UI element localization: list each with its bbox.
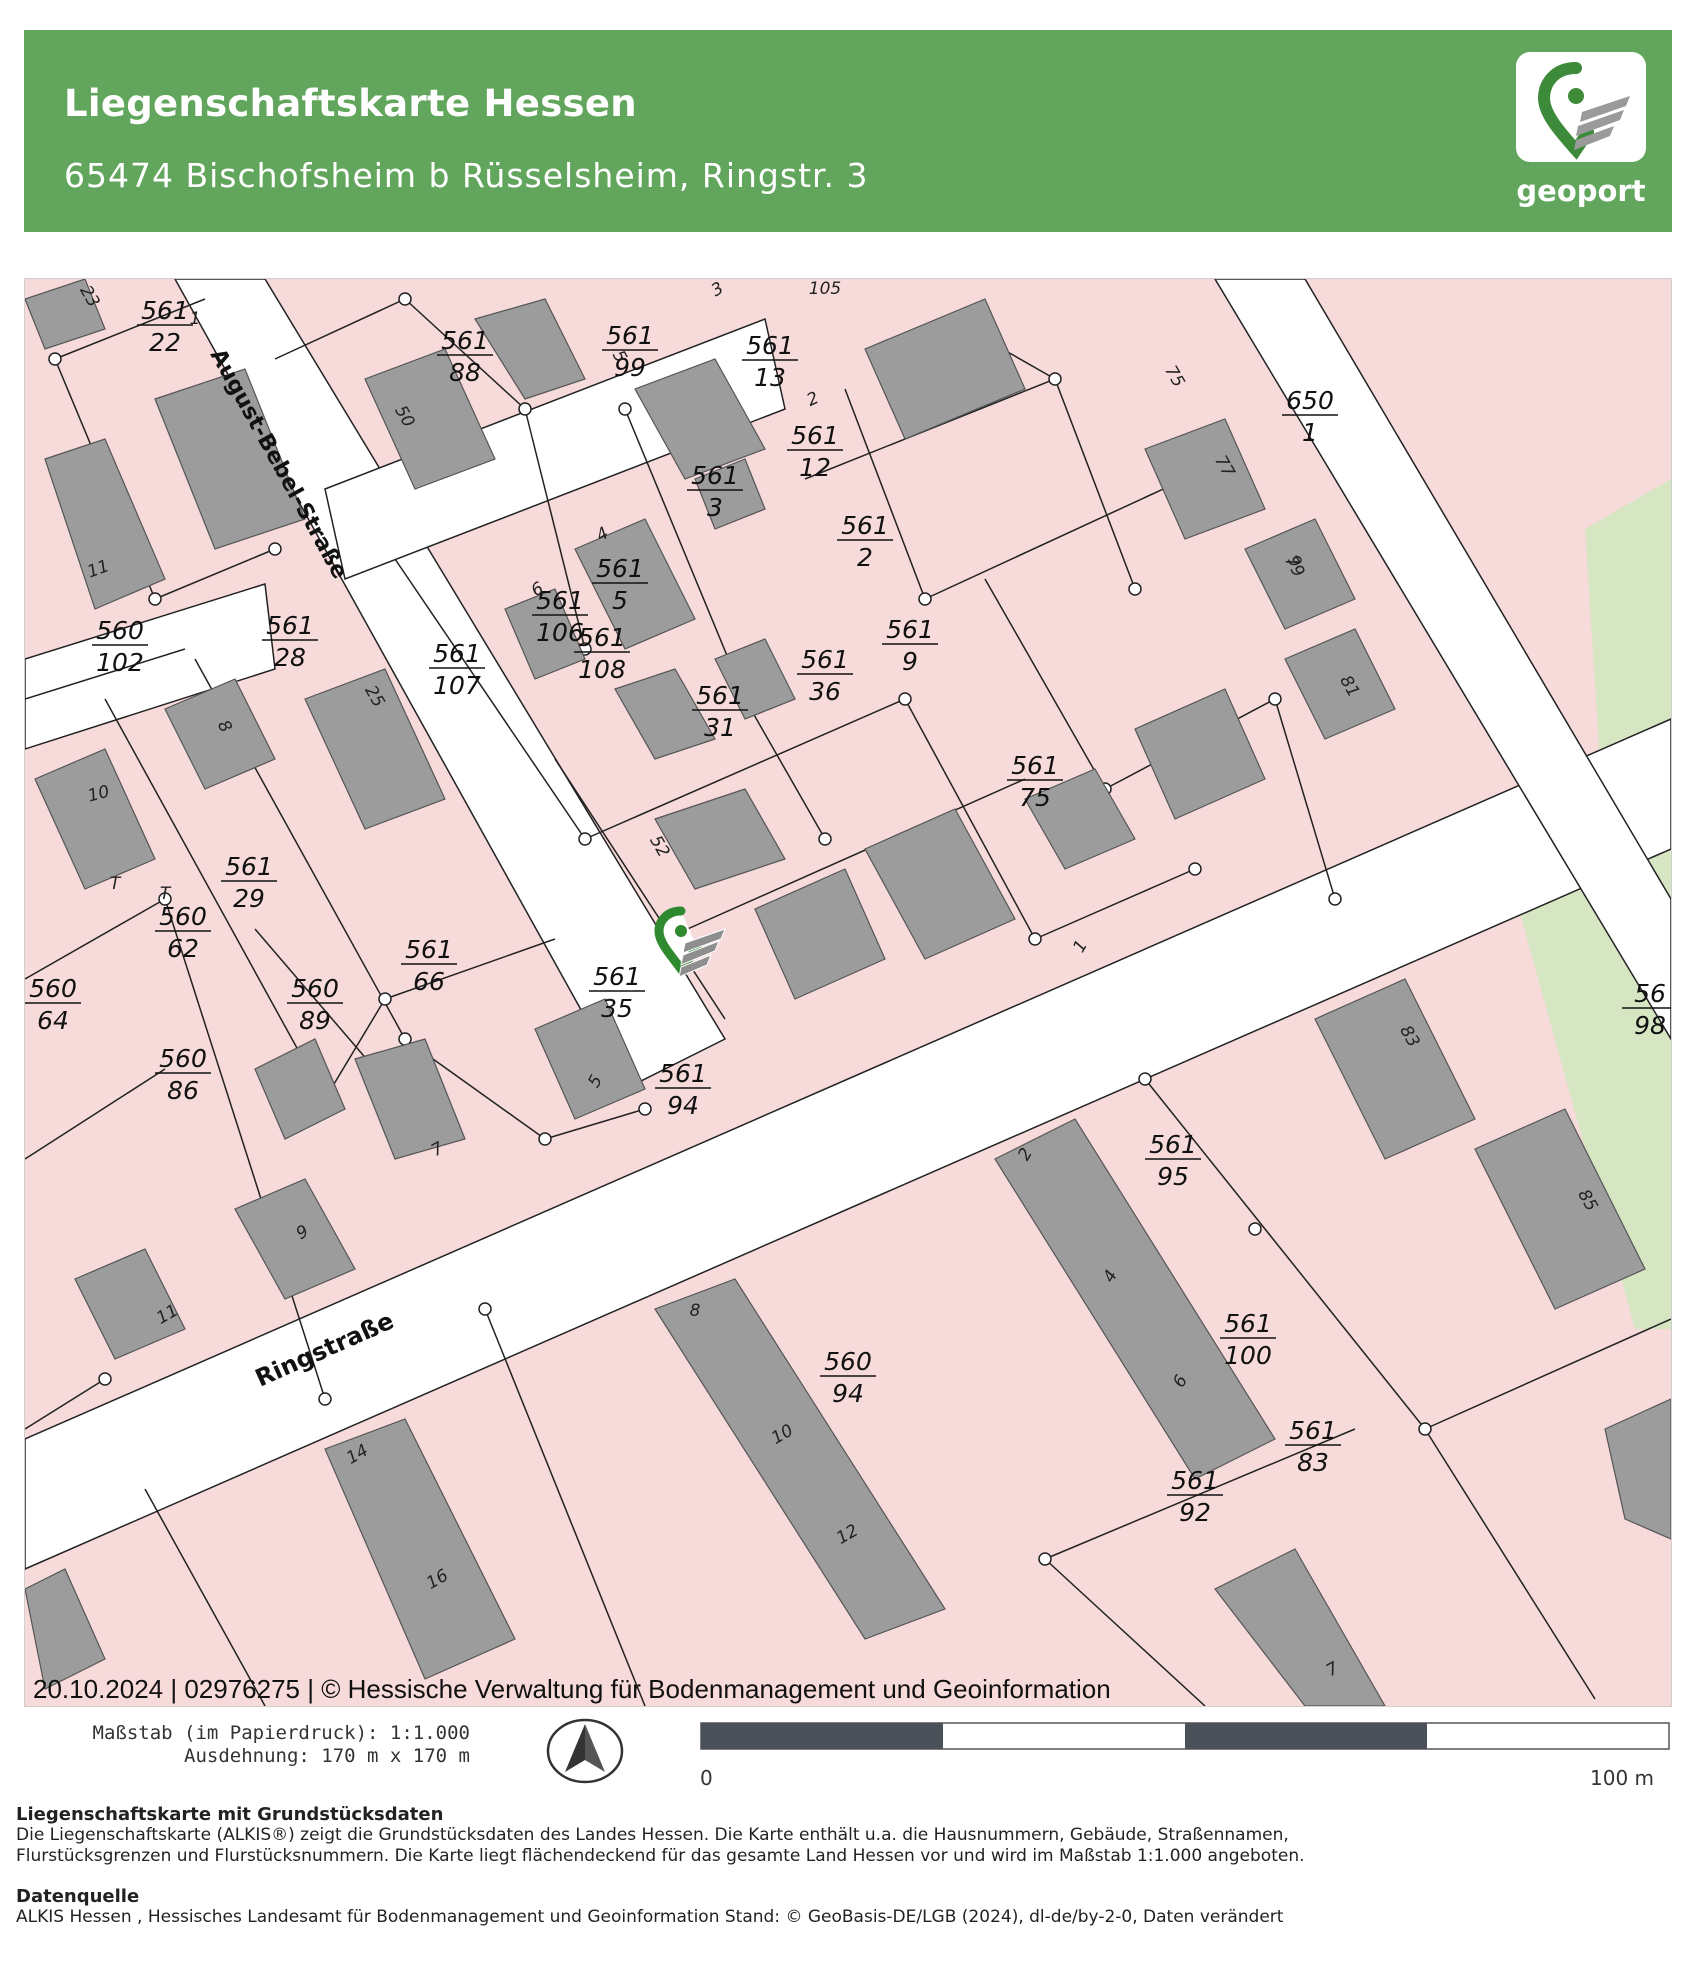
house-number: T [110, 874, 122, 894]
parcel-number-bottom: 108 [578, 655, 626, 684]
parcel-number-bottom: 36 [809, 677, 841, 706]
parcel-number-bottom: 12 [799, 453, 831, 482]
house-number: 8 [690, 1301, 701, 1321]
parcel-number-top: 561 [593, 962, 641, 991]
parcel-number-top: 560 [96, 616, 144, 645]
parcel-number-bottom: 102 [96, 648, 144, 677]
parcel-number-bottom: 89 [299, 1006, 331, 1035]
parcel-number-top: 561 [266, 611, 314, 640]
parcel-number-bottom: 22 [149, 328, 181, 357]
parcel-number-top: 561 [141, 296, 189, 325]
parcel-number-bottom: 3 [707, 493, 723, 522]
parcel-number-bottom: 98 [1634, 1011, 1666, 1040]
address: 65474 Bischofsheim b Rüsselsheim, Ringst… [64, 156, 869, 195]
parcel-number-bottom: 100 [1224, 1341, 1272, 1370]
parcel-number-top: 561 [1224, 1309, 1272, 1338]
source-text: ALKIS Hessen , Hessisches Landesamt für … [16, 1907, 1284, 1927]
house-number: 1 [190, 309, 201, 329]
parcel-number-top: 561 [1011, 751, 1059, 780]
scale-ratio: Maßstab (im Papierdruck): 1:1.000 [92, 1722, 471, 1744]
cadastral-map[interactable]: August-Bebel-Straße Ringstraße 561 22 561 8… [24, 278, 1672, 1707]
header-banner: Liegenschaftskarte Hessen 65474 Bischofs… [24, 30, 1672, 232]
parcel-number-top: 561 [596, 554, 644, 583]
parcel-number-top: 561 [696, 681, 744, 710]
house-number: T [160, 884, 172, 904]
parcel-number-top: 561 [225, 852, 273, 881]
scale-start-label: 0 [700, 1766, 713, 1790]
parcel-number-top: 561 [433, 639, 481, 668]
parcel-number-bottom: 94 [832, 1379, 864, 1408]
parcel-number-bottom: 29 [233, 884, 265, 913]
parcel-number-bottom: 62 [167, 934, 199, 963]
scale-bar [700, 1722, 1670, 1752]
parcel-number-bottom: 106 [536, 618, 584, 647]
parcel-number-bottom: 92 [1179, 1498, 1211, 1527]
page-title: Liegenschaftskarte Hessen [64, 82, 637, 125]
parcel-number-top: 561 [886, 615, 934, 644]
parcel-number-top: 561 [659, 1059, 707, 1088]
parcel-number-bottom: 107 [433, 671, 481, 700]
parcel-number-bottom: 31 [704, 713, 736, 742]
north-arrow-icon [545, 1716, 625, 1786]
parcel-number-bottom: 2 [857, 543, 873, 572]
parcel-number-bottom: 83 [1297, 1448, 1329, 1477]
info-text-line2: Flurstücksgrenzen und Flurstücksnummern.… [16, 1846, 1305, 1866]
parcel-number-bottom: 64 [37, 1006, 69, 1035]
parcel-number-top: 560 [291, 974, 339, 1003]
parcel-number-bottom: 66 [413, 967, 445, 996]
parcel-number-top: 650 [1286, 386, 1334, 415]
geoport-logo-icon [1516, 52, 1646, 162]
geoport-logo[interactable]: geoport [1514, 52, 1648, 220]
parcel-number-bottom: 88 [449, 358, 481, 387]
parcel-number-bottom: 1 [1302, 418, 1318, 447]
parcel-number-bottom: 86 [167, 1076, 199, 1105]
parcel-number-top: 56 [1634, 979, 1666, 1008]
map-extent: Ausdehnung: 170 m x 170 m [184, 1745, 470, 1767]
parcel-number-top: 560 [824, 1347, 872, 1376]
parcel-number-bottom: 13 [754, 363, 786, 392]
parcel-number-top: 561 [578, 623, 626, 652]
parcel-number-top: 561 [1171, 1466, 1219, 1495]
info-heading: Liegenschaftskarte mit Grundstücksdaten [16, 1804, 444, 1825]
parcel-number-top: 561 [801, 645, 849, 674]
source-section: Datenquelle ALKIS Hessen , Hessisches La… [16, 1886, 1666, 1928]
info-text-line1: Die Liegenschaftskarte (ALKIS®) zeigt di… [16, 1825, 1289, 1845]
parcel-number-top: 561 [606, 321, 654, 350]
parcel-number-top: 560 [159, 1044, 207, 1073]
parcel-number-bottom: 35 [601, 994, 633, 1023]
parcel-number-bottom: 5 [612, 586, 628, 615]
geoport-logo-text: geoport [1516, 174, 1646, 208]
parcel-number-bottom: 28 [274, 643, 306, 672]
parcel-number-top: 560 [159, 902, 207, 931]
parcel-number-top: 561 [691, 461, 739, 490]
parcel-number-top: 561 [746, 331, 794, 360]
house-number: 105 [809, 279, 841, 299]
parcel-number-bottom: 94 [667, 1091, 699, 1120]
source-heading: Datenquelle [16, 1886, 140, 1907]
parcel-number-top: 561 [841, 511, 889, 540]
parcel-number-top: 560 [29, 974, 77, 1003]
parcel-number-top: 561 [791, 421, 839, 450]
parcel-number-bottom: 9 [902, 647, 918, 676]
scale-info: Maßstab (im Papierdruck): 1:1.000 Ausdeh… [70, 1722, 471, 1768]
parcel-number-top: 561 [1149, 1130, 1197, 1159]
parcel-number-bottom: 75 [1019, 783, 1051, 812]
parcel-number-top: 561 [405, 935, 453, 964]
map-copyright: 20.10.2024 | 02976275 | © Hessische Verw… [33, 1674, 1111, 1704]
info-section: Liegenschaftskarte mit Grundstücksdaten … [16, 1804, 1666, 1867]
parcel-number-bottom: 95 [1157, 1162, 1189, 1191]
scale-end-label: 100 m [1590, 1766, 1655, 1790]
parcel-number-top: 561 [441, 326, 489, 355]
parcel-number-top: 561 [1289, 1416, 1337, 1445]
